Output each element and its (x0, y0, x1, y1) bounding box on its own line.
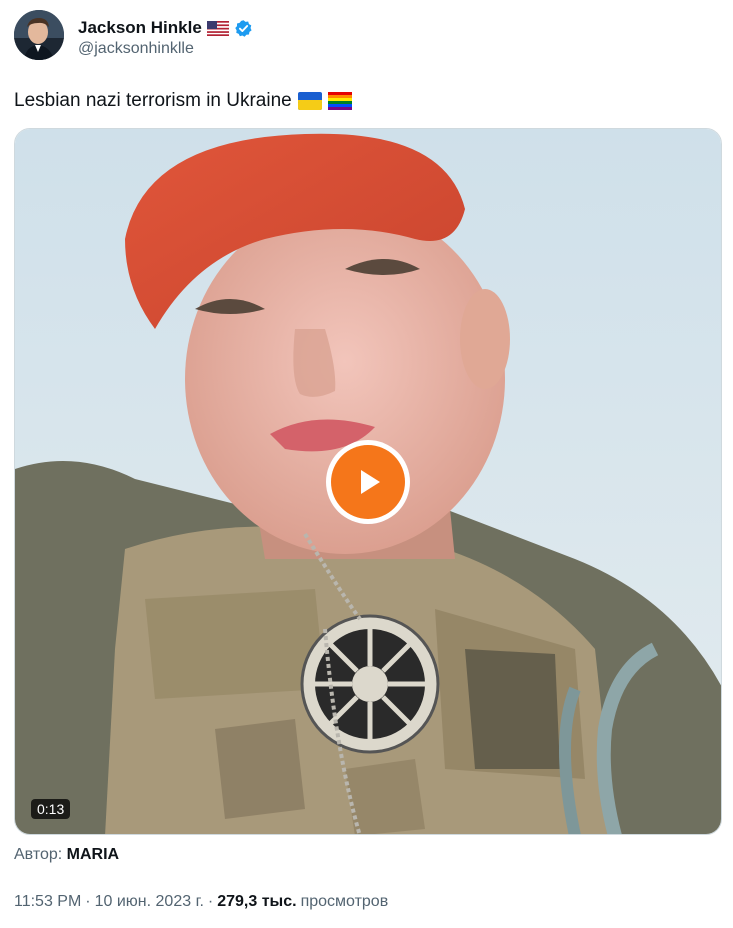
play-icon (331, 445, 405, 519)
tweet-header: Jackson Hinkle @jacksonhinklle (14, 10, 714, 62)
views-count[interactable]: 279,3 тыс. (217, 893, 296, 911)
user-handle[interactable]: @jacksonhinklle (78, 40, 194, 58)
author-name[interactable]: MARIA (67, 846, 119, 863)
tweet-text: Lesbian nazi terrorism in Ukraine (14, 90, 352, 112)
tweet-date[interactable]: 10 июн. 2023 г. (95, 893, 204, 911)
video-player[interactable]: 0:13 (14, 128, 722, 835)
tweet-body: Lesbian nazi terrorism in Ukraine (14, 90, 292, 111)
tweet-meta: 11:53 PM · 10 июн. 2023 г. · 279,3 тыс. … (14, 893, 388, 911)
play-button[interactable] (326, 440, 410, 524)
tweet-time[interactable]: 11:53 PM (14, 893, 81, 911)
display-name[interactable]: Jackson Hinkle (78, 18, 202, 38)
avatar[interactable] (14, 10, 64, 60)
ukraine-flag-emoji (297, 92, 322, 110)
meta-separator-2: · (207, 893, 214, 910)
verified-badge-icon (234, 19, 253, 38)
rainbow-flag-emoji (327, 92, 352, 110)
author-line: Автор: MARIA (14, 846, 119, 864)
us-flag-icon (206, 20, 229, 36)
meta-separator: · (85, 893, 91, 910)
views-label: просмотров (300, 893, 389, 910)
video-duration: 0:13 (31, 799, 71, 819)
author-label: Автор: (14, 846, 63, 863)
